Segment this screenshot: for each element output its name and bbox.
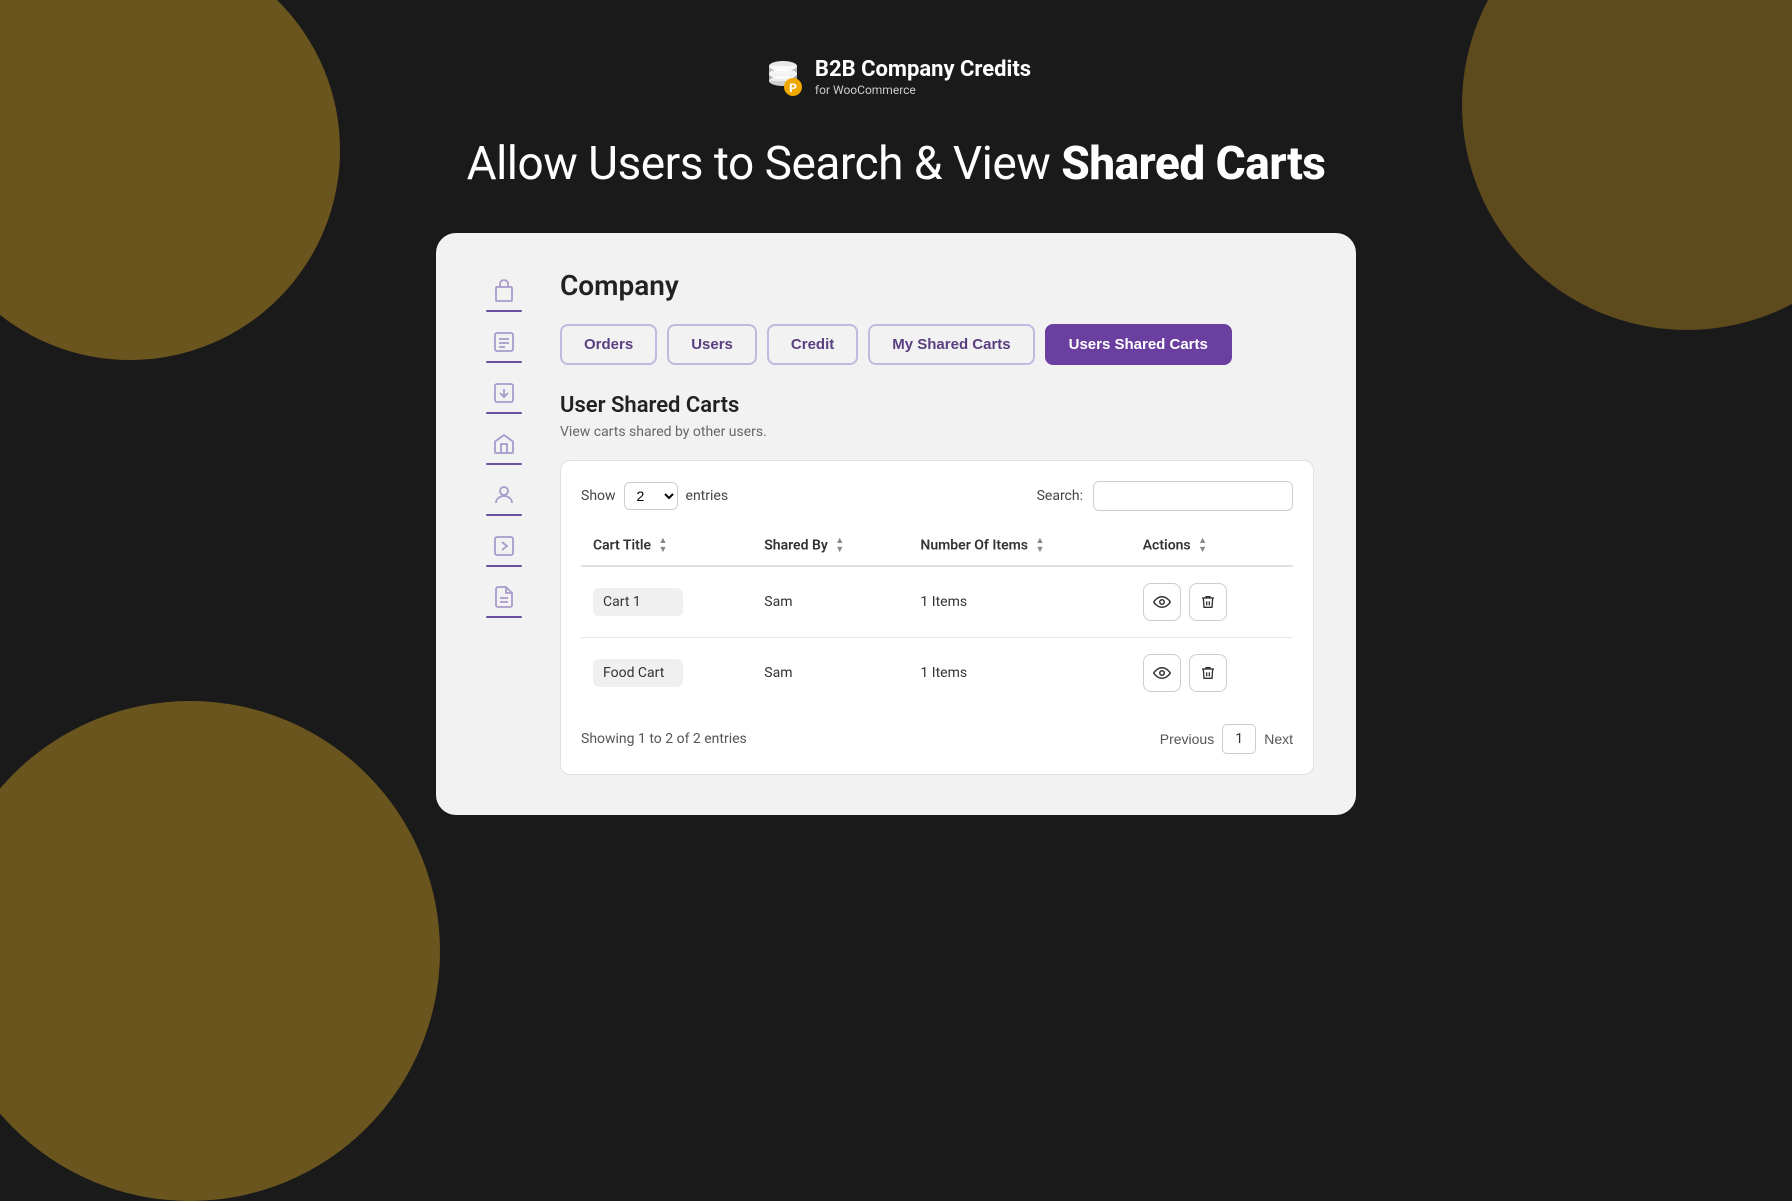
brand-title: B2B Company Credits bbox=[815, 57, 1031, 83]
pagination: Previous 1 Next bbox=[1160, 724, 1293, 754]
hero-heading-normal: Allow Users to Search & View bbox=[467, 137, 1051, 191]
sort-arrows-cart-title: ▲▼ bbox=[659, 537, 668, 555]
search-label: Search: bbox=[1037, 488, 1083, 504]
table-row: Food Cart Sam 1 Items bbox=[581, 638, 1293, 709]
brand-area: P B2B Company Credits for WooCommerce bbox=[761, 55, 1031, 99]
table-row: Cart 1 Sam 1 Items bbox=[581, 566, 1293, 638]
list-icon bbox=[490, 328, 518, 356]
company-title: Company bbox=[560, 269, 1314, 302]
current-page[interactable]: 1 bbox=[1222, 724, 1256, 754]
view-button-1[interactable] bbox=[1143, 654, 1181, 692]
entries-select[interactable]: 2 5 10 25 50 bbox=[624, 482, 678, 510]
cell-actions-1 bbox=[1131, 638, 1293, 709]
cell-number-of-items-1: 1 Items bbox=[908, 638, 1130, 709]
col-cart-title-label: Cart Title bbox=[593, 538, 651, 554]
search-input[interactable] bbox=[1093, 481, 1293, 511]
sidebar-item-2[interactable] bbox=[478, 328, 530, 371]
sidebar-item-3[interactable] bbox=[478, 379, 530, 422]
sort-arrows-shared-by: ▲▼ bbox=[835, 537, 844, 555]
show-label: Show bbox=[581, 488, 616, 504]
brand-subtitle: for WooCommerce bbox=[815, 83, 916, 97]
brand-icon: P bbox=[761, 55, 805, 99]
arrow-right-icon bbox=[490, 532, 518, 560]
tab-orders[interactable]: Orders bbox=[560, 324, 657, 365]
data-table: Cart Title ▲▼ Shared By ▲▼ Number Of Ite… bbox=[581, 527, 1293, 708]
cell-cart-title-1: Food Cart bbox=[581, 638, 752, 709]
col-actions-label: Actions bbox=[1143, 538, 1191, 554]
home-icon bbox=[490, 430, 518, 458]
sidebar-item-5[interactable] bbox=[478, 481, 530, 524]
cell-shared-by-0: Sam bbox=[752, 566, 908, 638]
sidebar-divider-3 bbox=[486, 412, 522, 414]
hero-heading: Allow Users to Search & View Shared Cart… bbox=[467, 137, 1326, 191]
sidebar-divider-5 bbox=[486, 514, 522, 516]
cell-shared-by-1: Sam bbox=[752, 638, 908, 709]
building-icon bbox=[490, 277, 518, 305]
content-area: Company Orders Users Credit My Shared Ca… bbox=[560, 269, 1314, 775]
search-area: Search: bbox=[1037, 481, 1293, 511]
tab-users[interactable]: Users bbox=[667, 324, 757, 365]
next-button[interactable]: Next bbox=[1264, 731, 1293, 747]
table-body: Cart 1 Sam 1 Items bbox=[581, 566, 1293, 708]
download-icon bbox=[490, 379, 518, 407]
col-actions[interactable]: Actions ▲▼ bbox=[1131, 527, 1293, 566]
sidebar bbox=[478, 269, 530, 775]
tab-credit[interactable]: Credit bbox=[767, 324, 858, 365]
section-description: View carts shared by other users. bbox=[560, 424, 1314, 440]
delete-button-0[interactable] bbox=[1189, 583, 1227, 621]
view-button-0[interactable] bbox=[1143, 583, 1181, 621]
table-container: Show 2 5 10 25 50 entries Search: bbox=[560, 460, 1314, 775]
col-shared-by[interactable]: Shared By ▲▼ bbox=[752, 527, 908, 566]
showing-text: Showing 1 to 2 of 2 entries bbox=[581, 731, 747, 747]
cell-number-of-items-0: 1 Items bbox=[908, 566, 1130, 638]
sidebar-item-7[interactable] bbox=[478, 583, 530, 626]
hero-heading-bold: Shared Carts bbox=[1061, 137, 1325, 191]
cart-title-value-1: Food Cart bbox=[593, 659, 683, 687]
tab-my-shared-carts[interactable]: My Shared Carts bbox=[868, 324, 1034, 365]
document-icon bbox=[490, 583, 518, 611]
tab-users-shared-carts[interactable]: Users Shared Carts bbox=[1045, 324, 1232, 365]
col-shared-by-label: Shared By bbox=[764, 538, 828, 554]
show-entries-control: Show 2 5 10 25 50 entries bbox=[581, 482, 728, 510]
sidebar-divider-7 bbox=[486, 616, 522, 618]
cell-cart-title-0: Cart 1 bbox=[581, 566, 752, 638]
sidebar-item-1[interactable] bbox=[478, 277, 530, 320]
main-card: Company Orders Users Credit My Shared Ca… bbox=[436, 233, 1356, 815]
sort-arrows-number-of-items: ▲▼ bbox=[1035, 537, 1044, 555]
table-head: Cart Title ▲▼ Shared By ▲▼ Number Of Ite… bbox=[581, 527, 1293, 566]
svg-text:P: P bbox=[789, 81, 797, 95]
sort-arrows-actions: ▲▼ bbox=[1198, 537, 1207, 555]
entries-label: entries bbox=[686, 488, 729, 504]
col-number-of-items[interactable]: Number Of Items ▲▼ bbox=[908, 527, 1130, 566]
cart-title-value-0: Cart 1 bbox=[593, 588, 683, 616]
sidebar-item-6[interactable] bbox=[478, 532, 530, 575]
table-footer: Showing 1 to 2 of 2 entries Previous 1 N… bbox=[581, 724, 1293, 754]
sidebar-divider-1 bbox=[486, 310, 522, 312]
sidebar-divider-2 bbox=[486, 361, 522, 363]
brand-name: B2B Company Credits for WooCommerce bbox=[815, 57, 1031, 97]
col-cart-title[interactable]: Cart Title ▲▼ bbox=[581, 527, 752, 566]
table-controls: Show 2 5 10 25 50 entries Search: bbox=[581, 481, 1293, 511]
section-title: User Shared Carts bbox=[560, 393, 1314, 418]
tab-nav: Orders Users Credit My Shared Carts User… bbox=[560, 324, 1314, 365]
sidebar-item-4[interactable] bbox=[478, 430, 530, 473]
col-number-of-items-label: Number Of Items bbox=[920, 538, 1028, 554]
cell-actions-0 bbox=[1131, 566, 1293, 638]
sidebar-divider-6 bbox=[486, 565, 522, 567]
delete-button-1[interactable] bbox=[1189, 654, 1227, 692]
user-icon bbox=[490, 481, 518, 509]
sidebar-divider-4 bbox=[486, 463, 522, 465]
previous-button[interactable]: Previous bbox=[1160, 731, 1214, 747]
